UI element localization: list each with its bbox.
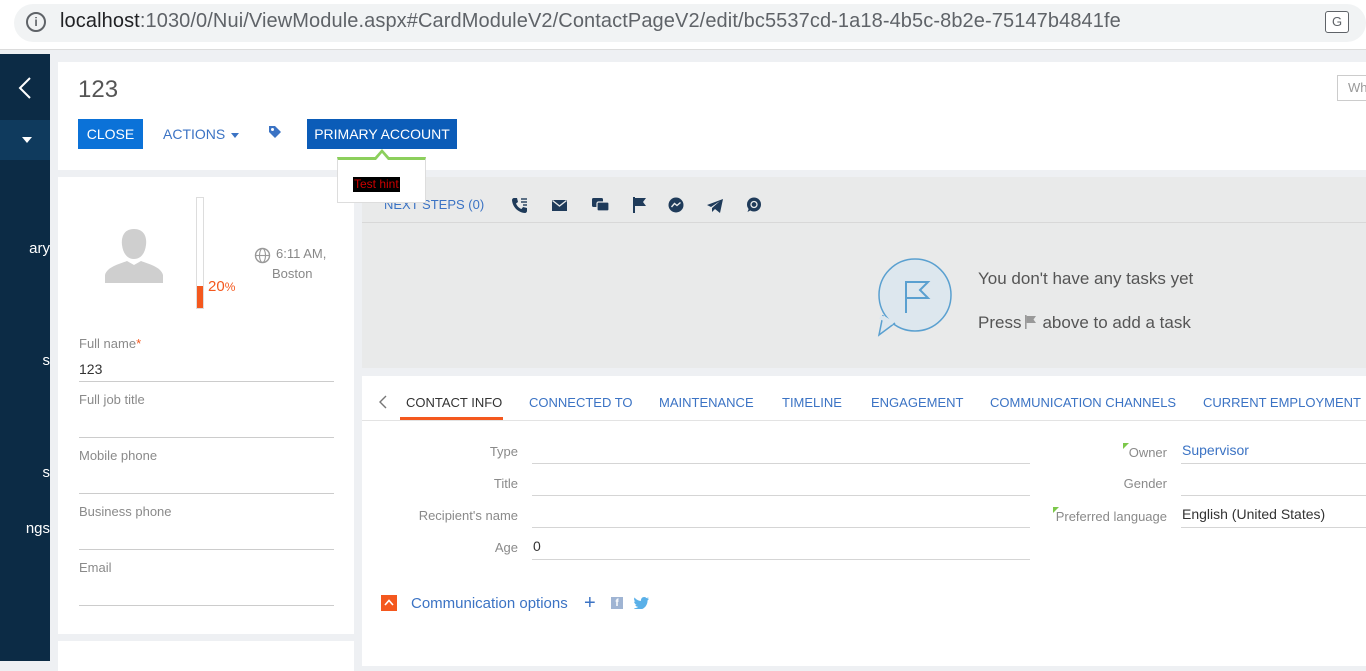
add-icon[interactable]: + [584,593,596,613]
mobile-phone-field[interactable] [79,493,334,494]
url-host: localhost [60,10,140,32]
call-icon[interactable] [511,197,528,214]
page-title: 123 [78,76,119,103]
close-button[interactable]: CLOSE [78,119,143,149]
facebook-icon[interactable]: f [611,597,623,609]
type-field[interactable] [532,463,1030,464]
hint-arrow-inner [376,153,388,160]
workspace-select[interactable] [0,120,50,160]
full-name-underline [79,381,334,382]
job-title-label: Full job title [79,392,145,407]
preferred-language-label: Preferred language [1055,509,1167,524]
record-header: 123 Wh CLOSE ACTIONS PRIMARY ACCOUNT [58,62,1366,170]
primary-account-button[interactable]: PRIMARY ACCOUNT [307,119,457,149]
search-input[interactable]: Wh [1337,75,1366,101]
owner-field[interactable]: Supervisor [1182,442,1249,458]
empty-tasks-hint-prefix: Press [978,313,1022,332]
empty-tasks-title: You don't have any tasks yet [978,269,1194,288]
chat-icon[interactable] [592,198,609,213]
sidebar-item-1[interactable]: ary [0,240,50,257]
secondary-card [58,641,354,671]
empty-tasks-hint: Press above to add a task [978,313,1191,333]
url-path: :1030/0/Nui/ViewModule.aspx#CardModuleV2… [139,10,1121,32]
age-field[interactable]: 0 [533,538,541,554]
chevron-left-icon [18,77,31,99]
sidebar-item-3[interactable]: s [0,464,51,481]
telegram-icon[interactable] [707,199,723,213]
tab-maintenance[interactable]: MAINTENANCE [659,395,754,410]
chevron-down-icon [22,137,32,143]
preferred-language-field[interactable]: English (United States) [1182,506,1325,522]
tab-connected-to[interactable]: CONNECTED TO [529,395,633,410]
gender-field[interactable] [1181,495,1366,496]
type-label: Type [489,444,518,459]
business-phone-label: Business phone [79,504,172,519]
communication-options-title[interactable]: Communication options [411,595,568,612]
completeness-unit: % [224,280,236,294]
local-time: 6:11 AM, [276,246,327,261]
communication-options-toggle[interactable] [381,595,397,611]
details-panel: CONTACT INFO CONNECTED TO MAINTENANCE TI… [362,376,1366,666]
empty-tasks-hint-suffix: above to add a task [1042,313,1191,332]
gender-label: Gender [1123,476,1167,491]
next-steps-panel: NEXT STEPS (0) You don't have any tasks … [362,177,1366,368]
local-city: Boston [272,266,313,281]
full-name-label-text: Full name [79,336,137,351]
avatar[interactable] [105,227,163,283]
recipient-name-label: Recipient's name [418,508,518,523]
age-underline [532,559,1030,560]
business-phone-field[interactable] [79,549,334,550]
sidebar: ary s s ngs [0,54,50,661]
email-field[interactable] [79,605,334,606]
browser-address-bar: i localhost:1030/0/Nui/ViewModule.aspx#C… [0,0,1366,50]
job-title-field[interactable] [79,437,334,438]
sidebar-collapse-button[interactable] [0,62,50,112]
required-marker: * [136,336,142,351]
email-icon[interactable] [552,200,567,211]
empty-tasks-flag-icon [877,258,952,337]
email-label: Email [79,560,112,575]
hint-tooltip: Test hint [337,157,426,203]
age-label: Age [494,540,518,555]
profile-completeness-fill [197,286,203,308]
chevron-down-icon [231,132,240,138]
title-label: Title [493,476,518,491]
sidebar-item-4[interactable]: ngs [0,520,50,537]
url-text[interactable]: localhost:1030/0/Nui/ViewModule.aspx#Car… [60,10,1121,33]
sidebar-item-2[interactable]: s [0,352,51,369]
tag-icon[interactable] [268,125,282,139]
tab-communication-channels[interactable]: COMMUNICATION CHANNELS [990,395,1176,410]
actions-label: ACTIONS [163,126,226,142]
actions-button[interactable]: ACTIONS [163,119,240,149]
owner-label: Owner [1128,445,1167,460]
tab-timeline[interactable]: TIMELINE [782,395,842,410]
flag-icon[interactable] [633,197,646,213]
messenger-icon[interactable] [668,197,684,213]
title-field[interactable] [532,495,1030,496]
globe-icon [254,247,271,264]
hint-text: Test hint [353,177,400,192]
tab-current-employment[interactable]: CURRENT EMPLOYMENT [1203,395,1361,410]
owner-underline [1181,463,1366,464]
twitter-icon[interactable] [634,597,649,609]
info-icon[interactable]: i [26,12,46,32]
profile-completeness-bar [196,197,204,309]
tabs-divider [362,420,1366,421]
full-name-field[interactable]: 123 [79,361,102,377]
next-steps-divider [362,222,1366,223]
chevron-up-icon [384,599,394,606]
recipient-name-field[interactable] [532,527,1030,528]
language-underline [1181,527,1366,528]
profile-completeness-label: 20% [208,278,235,295]
chevron-left-icon[interactable] [379,395,387,409]
completeness-value: 20 [208,278,225,295]
flag-icon [1025,315,1037,329]
whatsapp-icon[interactable] [746,197,762,213]
full-name-label: Full name* [79,336,141,351]
profile-card: 20% 6:11 AM, Boston Full name* 123 Full … [58,177,354,634]
mobile-phone-label: Mobile phone [79,448,158,463]
tab-contact-info[interactable]: CONTACT INFO [406,395,502,410]
tab-engagement[interactable]: ENGAGEMENT [871,395,963,410]
translate-icon[interactable]: G [1325,11,1349,33]
